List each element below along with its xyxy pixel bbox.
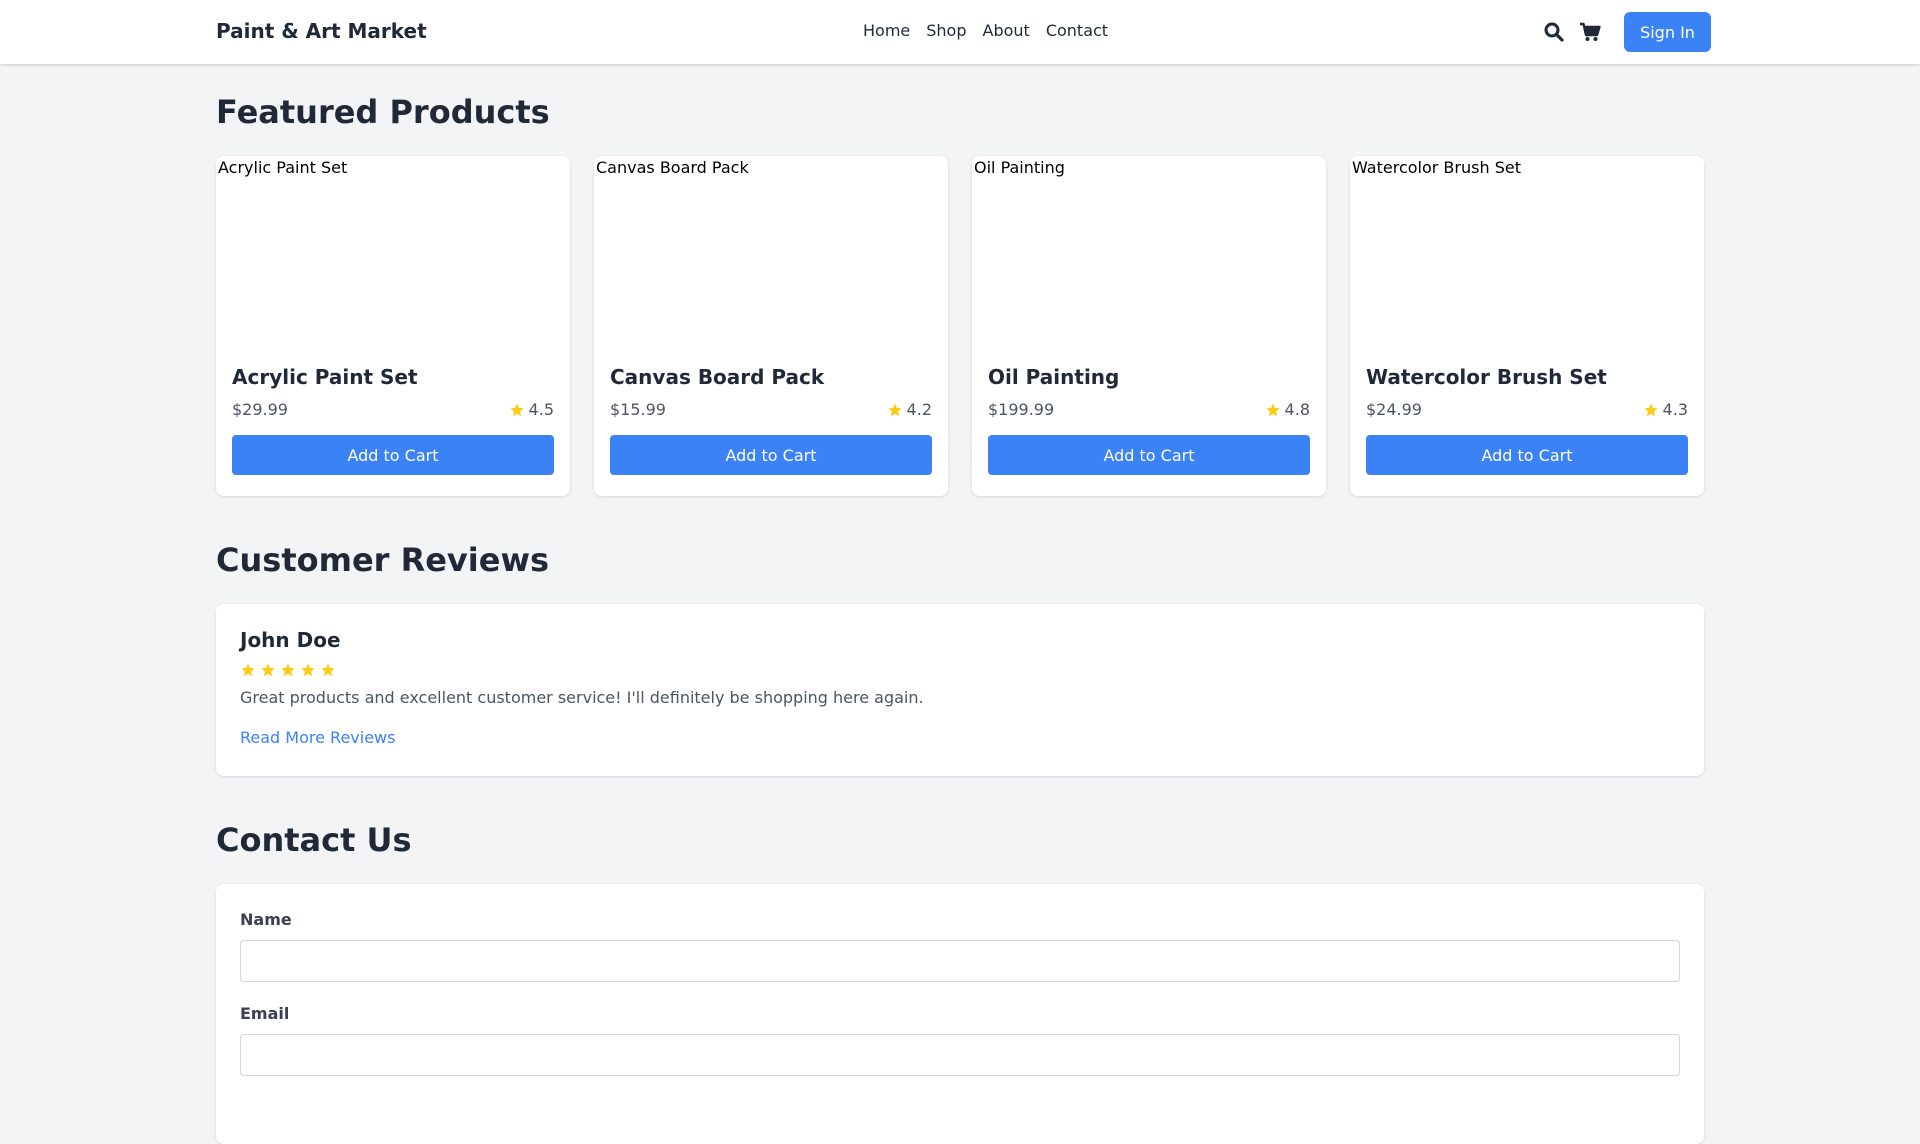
header-actions: Sign In (1542, 12, 1711, 52)
nav-link-about[interactable]: About (983, 21, 1030, 40)
email-label: Email (240, 1004, 290, 1024)
product-image[interactable]: Canvas Board Pack (594, 156, 948, 348)
product-name: Oil Painting (988, 365, 1120, 389)
star-icon (509, 402, 524, 416)
product-rating: 4.5 (509, 400, 554, 419)
contact-form: Name Email (216, 884, 1704, 1144)
product-image[interactable]: Acrylic Paint Set (216, 156, 570, 348)
search-icon[interactable] (1542, 20, 1566, 44)
add-to-cart-button[interactable]: Add to Cart (232, 435, 554, 475)
product-price: $24.99 (1366, 400, 1422, 419)
product-price: $15.99 (610, 400, 666, 419)
star-icon (281, 663, 295, 677)
reviewer-name: John Doe (240, 628, 341, 652)
nav-link-shop[interactable]: Shop (926, 21, 966, 40)
product-rating: 4.3 (1643, 400, 1688, 419)
product-rating: 4.2 (887, 400, 932, 419)
star-icon (887, 402, 902, 416)
product-name: Canvas Board Pack (610, 365, 825, 389)
add-to-cart-button[interactable]: Add to Cart (610, 435, 932, 475)
main-nav: Home Shop About Contact (863, 21, 1108, 40)
star-icon (1643, 402, 1658, 416)
review-stars (240, 662, 1680, 678)
add-to-cart-button[interactable]: Add to Cart (988, 435, 1310, 475)
product-grid: Acrylic Paint Set Acrylic Paint Set $29.… (216, 156, 1704, 496)
nav-link-contact[interactable]: Contact (1046, 21, 1108, 40)
star-icon (241, 663, 255, 677)
product-name: Acrylic Paint Set (232, 365, 418, 389)
name-field[interactable] (240, 940, 1680, 983)
shopping-cart-icon[interactable] (1578, 20, 1602, 44)
nav-link-home[interactable]: Home (863, 21, 910, 40)
rating-value: 4.3 (1662, 400, 1688, 419)
star-icon (261, 663, 275, 677)
product-card: Watercolor Brush Set Watercolor Brush Se… (1350, 156, 1704, 496)
product-rating: 4.8 (1265, 400, 1310, 419)
add-to-cart-button[interactable]: Add to Cart (1366, 435, 1688, 475)
product-price: $29.99 (232, 400, 288, 419)
product-name: Watercolor Brush Set (1366, 365, 1607, 389)
review-text: Great products and excellent customer se… (240, 688, 924, 707)
product-price: $199.99 (988, 400, 1055, 419)
read-more-reviews-link[interactable]: Read More Reviews (240, 728, 395, 747)
contact-us-title: Contact Us (216, 821, 412, 859)
top-navbar: Paint & Art Market Home Shop About Conta… (0, 0, 1920, 64)
star-icon (301, 663, 315, 677)
rating-value: 4.8 (1284, 400, 1310, 419)
product-card: Canvas Board Pack Canvas Board Pack $15.… (594, 156, 948, 496)
rating-value: 4.5 (528, 400, 554, 419)
product-image[interactable]: Watercolor Brush Set (1350, 156, 1704, 348)
rating-value: 4.2 (906, 400, 932, 419)
review-card: John Doe Great products and excellent cu… (216, 604, 1704, 776)
star-icon (1265, 402, 1280, 416)
product-card: Oil Painting Oil Painting $199.99 4.8 Ad… (972, 156, 1326, 496)
product-card: Acrylic Paint Set Acrylic Paint Set $29.… (216, 156, 570, 496)
star-icon (321, 663, 335, 677)
sign-in-button[interactable]: Sign In (1624, 12, 1711, 52)
product-image[interactable]: Oil Painting (972, 156, 1326, 348)
customer-reviews-title: Customer Reviews (216, 541, 550, 579)
email-field[interactable] (240, 1034, 1680, 1077)
name-label: Name (240, 910, 292, 929)
featured-products-title: Featured Products (216, 93, 550, 131)
site-brand[interactable]: Paint & Art Market (216, 19, 427, 43)
